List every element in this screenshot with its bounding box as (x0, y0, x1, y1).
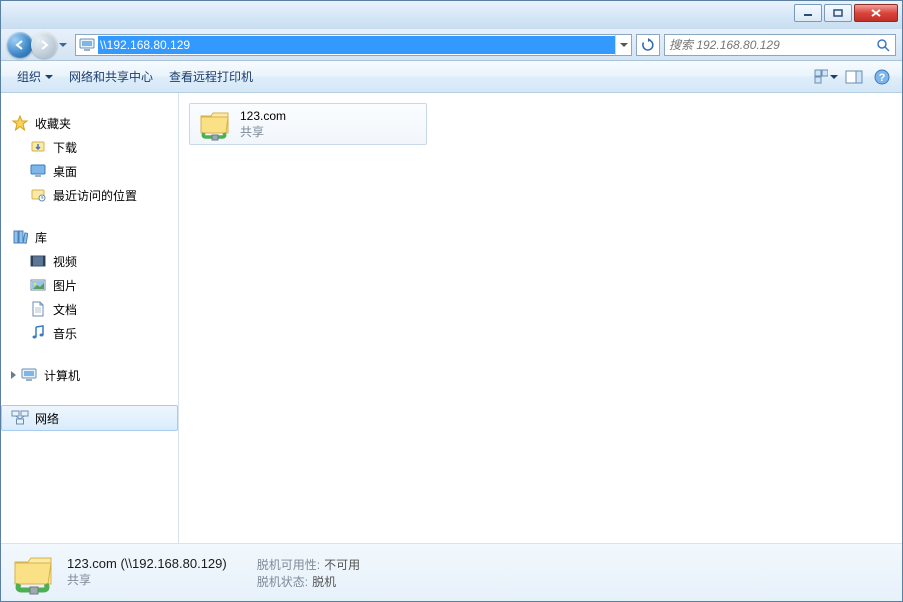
arrow-left-icon (14, 39, 26, 51)
sidebar-item-pictures[interactable]: 图片 (1, 273, 178, 297)
address-bar[interactable] (75, 34, 632, 56)
details-shared-folder-icon (11, 550, 57, 596)
window-controls (794, 4, 898, 22)
recent-icon (29, 186, 47, 204)
libraries-label: 库 (35, 229, 47, 246)
chevron-down-icon (620, 43, 628, 47)
sidebar-item-label: 视频 (53, 253, 77, 270)
documents-icon (29, 300, 47, 318)
desktop-icon (29, 162, 47, 180)
network-icon (11, 409, 29, 427)
maximize-icon (833, 9, 843, 17)
address-dropdown[interactable] (615, 35, 631, 55)
sidebar-item-videos[interactable]: 视频 (1, 249, 178, 273)
network-label: 网络 (35, 410, 59, 427)
downloads-icon (29, 138, 47, 156)
nav-buttons (7, 32, 71, 58)
sidebar-computer[interactable]: 计算机 (1, 363, 178, 387)
details-sub: 共享 (67, 571, 227, 588)
organize-menu[interactable]: 组织 (9, 64, 61, 89)
refresh-icon (641, 38, 655, 52)
sidebar-item-label: 图片 (53, 277, 77, 294)
share-item[interactable]: 123.com 共享 (189, 103, 427, 145)
sidebar-item-label: 最近访问的位置 (53, 187, 137, 204)
offline-avail-value: 不可用 (324, 556, 360, 573)
sidebar-item-music[interactable]: 音乐 (1, 321, 178, 345)
navigation-pane: 收藏夹 下载 桌面 最近访问的位置 库 视频 图片 文档 (1, 93, 179, 543)
sidebar-network[interactable]: 网络 (1, 405, 178, 431)
sidebar-item-label: 桌面 (53, 163, 77, 180)
back-button[interactable] (7, 32, 33, 58)
view-options-icon (814, 69, 828, 85)
sidebar-item-desktop[interactable]: 桌面 (1, 159, 178, 183)
computer-label: 计算机 (44, 367, 80, 384)
organize-label: 组织 (17, 68, 41, 85)
chevron-down-icon (45, 75, 53, 79)
share-item-name: 123.com (240, 109, 286, 123)
sidebar-item-label: 下载 (53, 139, 77, 156)
minimize-button[interactable] (794, 4, 822, 22)
svg-text:?: ? (879, 72, 886, 84)
preview-pane-icon (845, 70, 863, 84)
search-icon (876, 38, 890, 52)
share-item-sub: 共享 (240, 123, 286, 140)
details-pane: 123.com (\\192.168.80.129) 共享 脱机可用性: 不可用… (1, 543, 902, 601)
search-input[interactable] (669, 38, 875, 52)
address-input[interactable] (98, 36, 615, 54)
share-item-text: 123.com 共享 (240, 109, 286, 140)
refresh-button[interactable] (636, 34, 660, 56)
details-title: 123.com (\\192.168.80.129) (67, 556, 227, 571)
details-text: 123.com (\\192.168.80.129) 共享 脱机可用性: 不可用… (67, 556, 360, 590)
offline-status-value: 脱机 (312, 573, 336, 590)
sidebar-item-downloads[interactable]: 下载 (1, 135, 178, 159)
favorites-label: 收藏夹 (35, 115, 71, 132)
chevron-down-icon (59, 43, 67, 47)
network-sharing-center[interactable]: 网络和共享中心 (61, 64, 161, 89)
close-button[interactable] (854, 4, 898, 22)
view-options-button[interactable] (814, 65, 838, 89)
help-icon: ? (874, 69, 890, 85)
music-icon (29, 324, 47, 342)
pictures-icon (29, 276, 47, 294)
sidebar-libraries[interactable]: 库 (1, 225, 178, 249)
video-icon (29, 252, 47, 270)
history-dropdown[interactable] (55, 32, 71, 58)
content-pane[interactable]: 123.com 共享 (179, 93, 902, 543)
sidebar-item-recent[interactable]: 最近访问的位置 (1, 183, 178, 207)
help-button[interactable]: ? (870, 65, 894, 89)
shared-folder-icon (198, 107, 232, 141)
minimize-icon (803, 9, 813, 17)
forward-button[interactable] (31, 32, 57, 58)
libraries-icon (11, 228, 29, 246)
preview-pane-button[interactable] (842, 65, 866, 89)
arrow-right-icon (38, 39, 50, 51)
sidebar-favorites[interactable]: 收藏夹 (1, 111, 178, 135)
chevron-down-icon (830, 75, 838, 79)
sidebar-item-documents[interactable]: 文档 (1, 297, 178, 321)
window-titlebar (1, 1, 902, 29)
offline-status-label: 脱机状态: (257, 573, 308, 590)
star-icon (11, 114, 29, 132)
sidebar-item-label: 音乐 (53, 325, 77, 342)
sidebar-item-label: 文档 (53, 301, 77, 318)
search-box[interactable] (664, 34, 896, 56)
view-remote-printers[interactable]: 查看远程打印机 (161, 64, 261, 89)
command-bar: 组织 网络和共享中心 查看远程打印机 ? (1, 61, 902, 93)
maximize-button[interactable] (824, 4, 852, 22)
computer-icon (78, 36, 96, 54)
view-printers-label: 查看远程打印机 (169, 68, 253, 85)
navigation-bar (1, 29, 902, 61)
search-button[interactable] (875, 37, 891, 53)
close-icon (870, 8, 882, 18)
computer-icon (20, 366, 38, 384)
offline-avail-label: 脱机可用性: (257, 556, 320, 573)
explorer-body: 收藏夹 下载 桌面 最近访问的位置 库 视频 图片 文档 (1, 93, 902, 543)
network-center-label: 网络和共享中心 (69, 68, 153, 85)
